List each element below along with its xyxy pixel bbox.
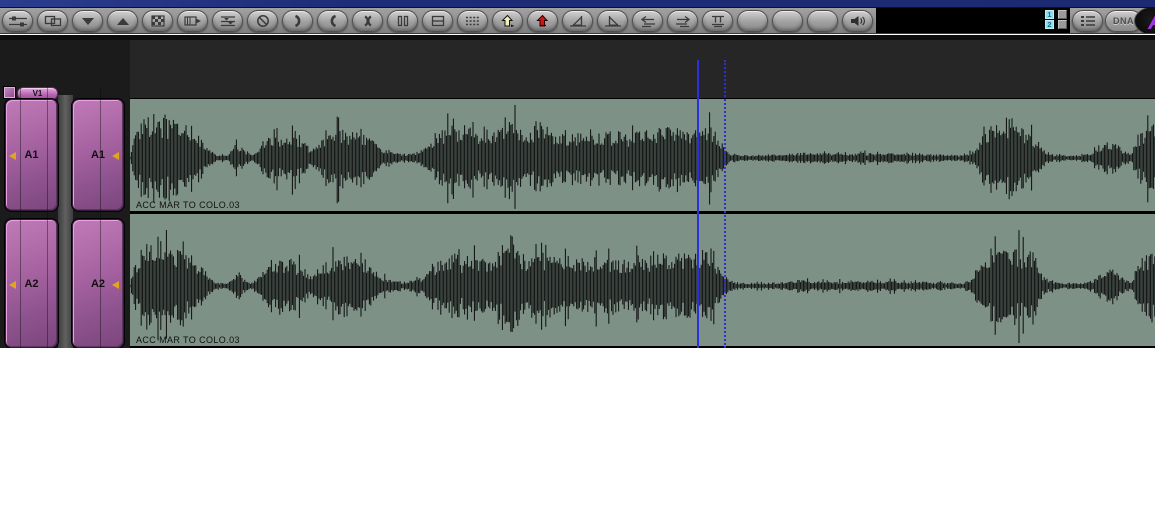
track-select-grid: 12: [1045, 10, 1067, 29]
timeline-empty-area: [130, 40, 1155, 98]
trim-ab-sides-button[interactable]: [352, 10, 383, 32]
box-line-icon: [427, 14, 449, 28]
record-track-button-a1[interactable]: A1: [72, 99, 124, 211]
audio-track-a1-clip[interactable]: ACC MAR TO COLO.03: [130, 98, 1155, 214]
record-track-button-a2[interactable]: A2: [72, 219, 124, 348]
audio-mix-tool-button[interactable]: [2, 10, 33, 32]
avid-timeline-window: 12 DNA A V1 A1A1A2A2 ACC MAR TO COLO.03 …: [0, 0, 1155, 512]
paren-pair-icon: [357, 14, 379, 28]
avid-logo-letter: A: [1135, 8, 1155, 34]
audio-monitor-icon[interactable]: [112, 281, 119, 289]
trim-left-icon: [567, 14, 589, 28]
record-track-indicator-1[interactable]: [1058, 10, 1067, 19]
track-label: A2: [91, 278, 105, 290]
disable-clip-button[interactable]: [247, 10, 278, 32]
avid-logo: A: [1134, 8, 1155, 34]
collapse-icon: [217, 14, 239, 28]
trim-right-icon: [602, 14, 624, 28]
collapse-button[interactable]: [212, 10, 243, 32]
dual-split-button[interactable]: [387, 10, 418, 32]
source-track-indicator-2[interactable]: 2: [1045, 20, 1054, 29]
step-down-button[interactable]: [72, 10, 103, 32]
paren-right-icon: [287, 14, 309, 28]
blank-2-button[interactable]: [772, 10, 803, 32]
blank-3-button[interactable]: [807, 10, 838, 32]
audio-track-a2-clip[interactable]: ACC MAR TO COLO.03: [130, 214, 1155, 348]
grid-tool-button[interactable]: [37, 10, 68, 32]
dash-rows-icon: [462, 14, 484, 28]
list-icon: [1077, 14, 1099, 28]
audio-monitor-icon[interactable]: [9, 281, 16, 289]
overwrite-button[interactable]: [527, 10, 558, 32]
segment-lines-button[interactable]: [457, 10, 488, 32]
trim-right-button[interactable]: [597, 10, 628, 32]
speaker-icon: [847, 14, 869, 28]
mark-clip-icon: [707, 14, 729, 28]
audio-monitor-icon[interactable]: [9, 152, 16, 160]
slip-right-icon: [672, 14, 694, 28]
slip-right-button[interactable]: [667, 10, 698, 32]
timecode-display: 12: [876, 8, 1070, 34]
edit-cursor-line[interactable]: [724, 60, 726, 348]
panel-center-gutter: [58, 95, 73, 348]
blank-1-button[interactable]: [737, 10, 768, 32]
checkerboard-icon: [147, 14, 169, 28]
toolbar-button-row: [2, 10, 873, 32]
slip-left-button[interactable]: [632, 10, 663, 32]
slip-left-icon: [637, 14, 659, 28]
splice-in-button[interactable]: [492, 10, 523, 32]
panel-menu-icon[interactable]: [4, 87, 15, 98]
audio-monitor-icon[interactable]: [112, 152, 119, 160]
grid-icon: [42, 14, 64, 28]
record-track-indicator-2[interactable]: [1058, 20, 1067, 29]
source-track-button-a1[interactable]: A1: [5, 99, 58, 211]
triangle-up-icon: [112, 14, 134, 28]
track-label: A1: [24, 149, 38, 161]
source-track-button-a2[interactable]: A2: [5, 219, 58, 348]
timeline-fast-menu-button[interactable]: [1072, 10, 1103, 32]
effect-contents-button[interactable]: [422, 10, 453, 32]
trim-a-side-button[interactable]: [282, 10, 313, 32]
mark-clip-button[interactable]: [702, 10, 733, 32]
track-label: A2: [24, 278, 38, 290]
render-effect-button[interactable]: [142, 10, 173, 32]
dual-bar-icon: [392, 14, 414, 28]
motion-effect-button[interactable]: [177, 10, 208, 32]
trim-b-side-button[interactable]: [317, 10, 348, 32]
triangle-down-icon: [77, 14, 99, 28]
step-up-button[interactable]: [107, 10, 138, 32]
motion-effect-icon: [182, 14, 204, 28]
waveform: [130, 214, 1155, 346]
paren-left-icon: [322, 14, 344, 28]
trim-left-button[interactable]: [562, 10, 593, 32]
overwrite-arrow-icon: [532, 14, 554, 28]
no-symbol-icon: [252, 14, 274, 28]
audio-monitor-button[interactable]: [842, 10, 873, 32]
splice-in-arrow-icon: [497, 14, 519, 28]
track-selector-panel: V1 A1A1A2A2: [0, 40, 130, 348]
window-top-accent: [0, 0, 1155, 8]
timeline-tracks: ACC MAR TO COLO.03 ACC MAR TO COLO.03: [130, 98, 1155, 348]
track-label: A1: [91, 149, 105, 161]
mixer-icon: [7, 14, 29, 28]
main-toolbar: 12 DNA A: [0, 8, 1155, 34]
source-track-indicator-1[interactable]: 1: [1045, 10, 1054, 19]
playhead-line[interactable]: [697, 60, 699, 348]
waveform: [130, 99, 1155, 214]
